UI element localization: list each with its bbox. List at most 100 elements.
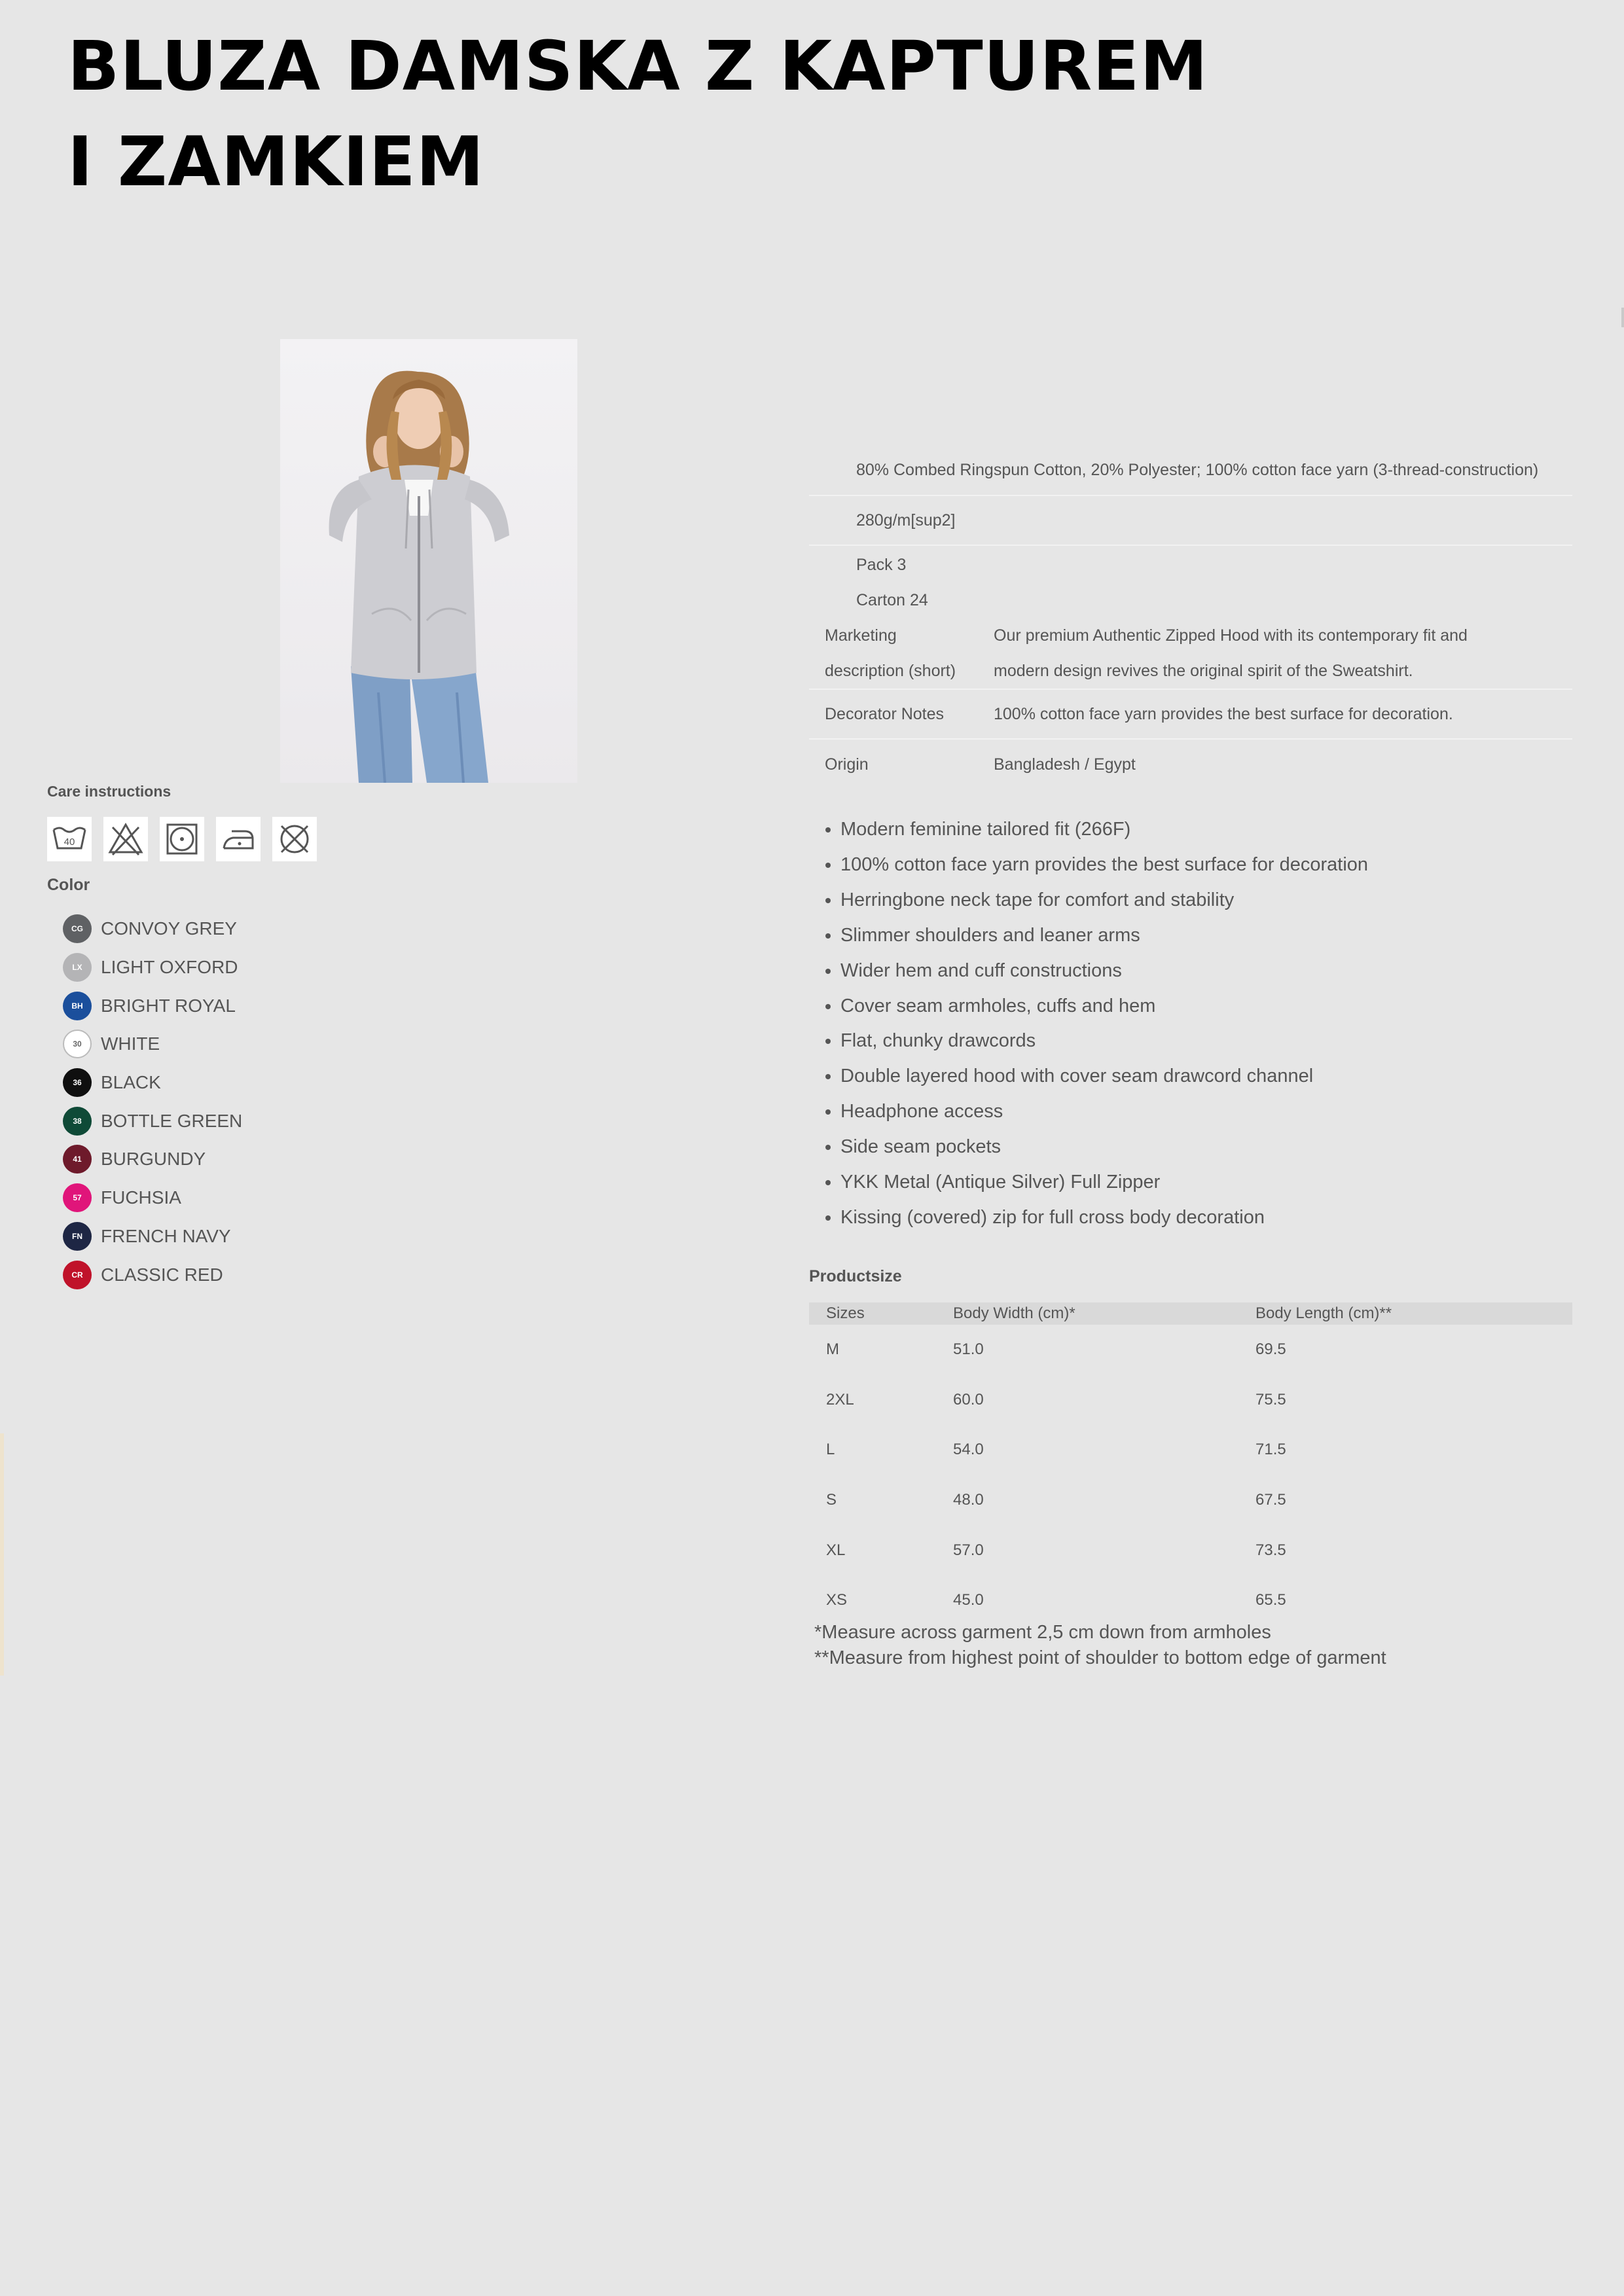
spec-marketing-label-2: description (short) [825,662,956,680]
width-note: *Measure across garment 2,5 cm down from… [814,1622,1271,1643]
spec-pack-row: Pack 3 [809,547,1572,583]
color-name: CLASSIC RED [101,1264,223,1285]
color-swatch: 36 [63,1068,92,1098]
feature-item: Modern feminine tailored fit (266F) [840,812,1368,848]
color-swatch: LX [63,953,92,982]
color-name: BOTTLE GREEN [101,1110,243,1131]
spec-marketing-row: Marketing description (short) Our premiu… [809,618,1572,690]
spec-marketing-value: Our premium Authentic Zipped Hood with i… [994,618,1468,689]
header-body-width: Body Width (cm)* [953,1302,1255,1325]
edge-mark [0,1433,4,1676]
spec-weight: 280g/m[sup2] [856,511,956,529]
color-item: 36 BLACK [63,1064,242,1102]
feature-item: Side seam pockets [840,1130,1368,1165]
color-swatch: 41 [63,1145,92,1174]
feature-item: Slimmer shoulders and leaner arms [840,918,1368,954]
feature-item: Herringbone neck tape for comfort and st… [840,883,1368,918]
product-photo-illustration [329,370,509,783]
color-item: CR CLASSIC RED [63,1255,242,1294]
wash-temp-label: 40 [64,836,75,848]
spec-pack: Pack 3 [856,556,907,574]
title-line-2: I ZAMKIEM [67,122,485,202]
color-swatch: CG [63,914,92,944]
feature-item: 100% cotton face yarn provides the best … [840,848,1368,883]
body-length-cell: 67.5 [1255,1491,1286,1509]
body-width-cell: 54.0 [953,1441,984,1459]
color-name: FRENCH NAVY [101,1225,231,1246]
spec-origin-value: Bangladesh / Egypt [994,755,1136,774]
color-item: 57 FUCHSIA [63,1179,242,1217]
product-photo [280,339,577,783]
spec-origin-label: Origin [825,755,869,774]
body-width-cell: 51.0 [953,1340,984,1359]
color-title: Color [47,876,90,894]
body-width-cell: 45.0 [953,1591,984,1609]
spec-marketing-value-1: Our premium Authentic Zipped Hood with i… [994,626,1468,645]
color-swatch: FN [63,1221,92,1251]
table-row: L 54.0 71.5 [809,1425,1572,1475]
spec-table: 80% Combed Ringspun Cotton, 20% Polyeste… [809,445,1572,789]
color-item: 38 BOTTLE GREEN [63,1102,242,1140]
no-dry-clean-icon [272,817,317,861]
table-row: XS 45.0 65.5 [809,1575,1572,1626]
size-table-header: Sizes Body Width (cm)* Body Length (cm)*… [809,1302,1572,1325]
iron-low-icon [216,817,261,861]
feature-item: Cover seam armholes, cuffs and hem [840,989,1368,1024]
color-item: BH BRIGHT ROYAL [63,986,242,1025]
care-icons: 40 [47,817,317,861]
feature-item: Flat, chunky drawcords [840,1024,1368,1059]
measure-notes: *Measure across garment 2,5 cm down from… [814,1620,1386,1671]
spec-decorator-value: 100% cotton face yarn provides the best … [994,705,1453,723]
page-title: BLUZA DAMSKA Z KAPTUREM I ZAMKIEM [67,18,1208,209]
color-swatch: 30 [63,1030,92,1059]
productsize-title: Productsize [809,1267,902,1285]
size-cell: XS [826,1591,848,1609]
body-length-cell: 65.5 [1255,1591,1286,1609]
color-name: BLACK [101,1072,161,1093]
size-cell: L [826,1441,835,1459]
size-cell: 2XL [826,1390,854,1408]
size-cell: M [826,1340,839,1359]
color-swatch: BH [63,991,92,1020]
size-cell: XL [826,1541,846,1559]
spec-marketing-label: Marketing description (short) [809,618,994,689]
spec-decorator-label: Decorator Notes [825,705,945,723]
feature-list: Modern feminine tailored fit (266F)100% … [809,812,1368,1236]
care-instructions-title: Care instructions [47,783,171,800]
color-swatch: CR [63,1260,92,1289]
table-row: S 48.0 67.5 [809,1475,1572,1526]
header-body-length: Body Length (cm)** [1255,1302,1572,1325]
tumble-dry-low-icon [160,817,204,861]
spec-carton-row: Carton 24 [809,583,1572,618]
color-name: FUCHSIA [101,1187,181,1208]
feature-item: Double layered hood with cover seam draw… [840,1059,1368,1094]
spec-marketing-label-1: Marketing [825,626,897,645]
edge-mark-right [1621,308,1624,327]
color-item: CG CONVOY GREY [63,910,242,948]
spec-marketing-value-2: modern design revives the original spiri… [994,662,1413,680]
body-width-cell: 48.0 [953,1491,984,1509]
color-name: LIGHT OXFORD [101,957,238,978]
color-name: CONVOY GREY [101,918,237,939]
color-name: WHITE [101,1033,160,1054]
body-length-cell: 69.5 [1255,1340,1286,1359]
color-item: LX LIGHT OXFORD [63,948,242,987]
wash-40-icon: 40 [47,817,92,861]
color-item: 41 BURGUNDY [63,1140,242,1179]
spec-origin-row: Origin Bangladesh / Egypt [809,740,1572,789]
color-name: BURGUNDY [101,1149,206,1170]
size-table: Sizes Body Width (cm)* Body Length (cm)*… [809,1302,1572,1626]
body-length-cell: 73.5 [1255,1541,1286,1559]
feature-item: Wider hem and cuff constructions [840,954,1368,989]
color-name: BRIGHT ROYAL [101,995,236,1016]
size-cell: S [826,1491,837,1509]
feature-item: Kissing (covered) zip for full cross bod… [840,1200,1368,1236]
color-item: FN FRENCH NAVY [63,1217,242,1256]
spec-material-row: 80% Combed Ringspun Cotton, 20% Polyeste… [809,445,1572,496]
table-row: 2XL 60.0 75.5 [809,1375,1572,1426]
body-width-cell: 60.0 [953,1390,984,1408]
length-note: **Measure from highest point of shoulder… [814,1647,1386,1668]
body-width-cell: 57.0 [953,1541,984,1559]
color-list: CG CONVOY GREY LX LIGHT OXFORD BH BRIGHT ROYA… [63,910,242,1294]
color-swatch: 57 [63,1183,92,1213]
